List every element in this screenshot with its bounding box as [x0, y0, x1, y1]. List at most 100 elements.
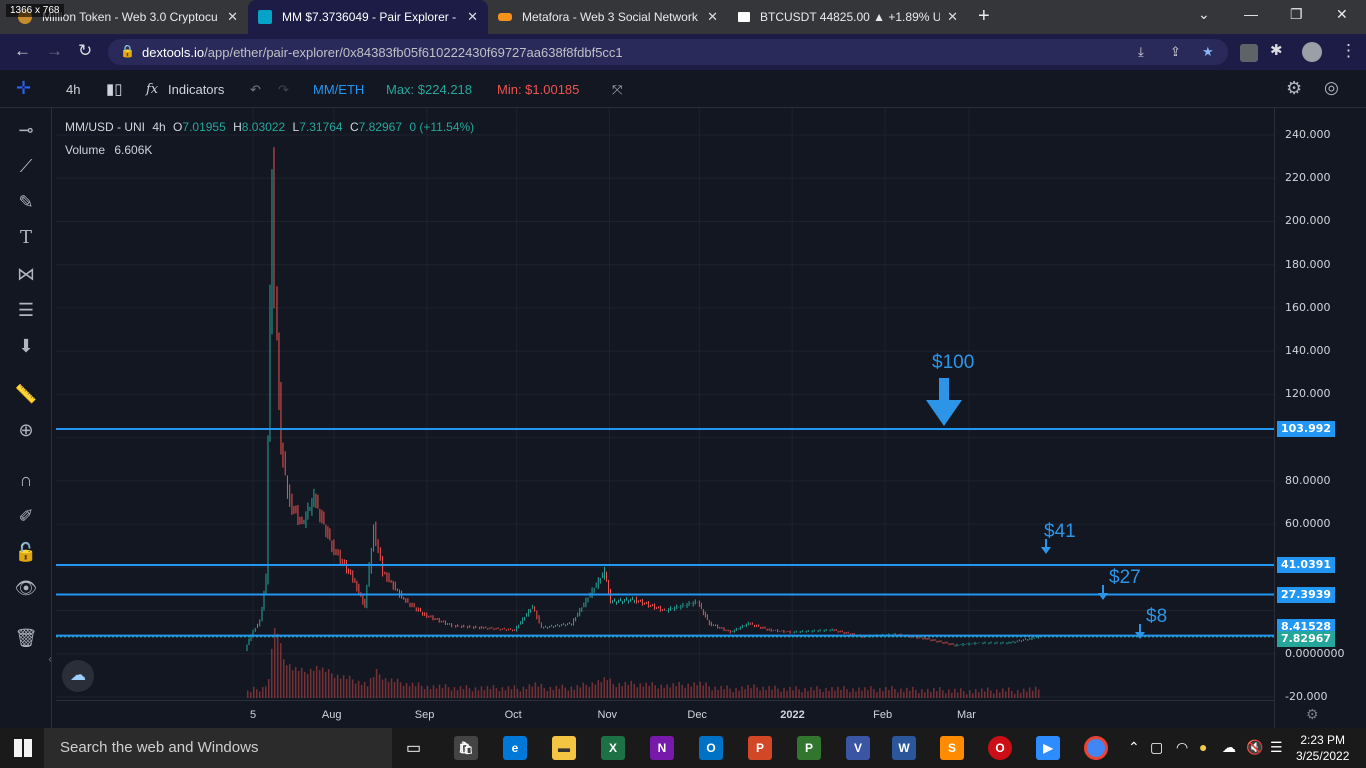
volume-bar	[381, 679, 384, 698]
price-level-badge[interactable]: 27.3939	[1277, 586, 1335, 603]
share-icon[interactable]: ⇪	[1170, 44, 1181, 60]
volume-label: Volume	[65, 143, 106, 157]
url-text[interactable]: dextools.io/app/ether/pair-explorer/0x84…	[142, 45, 623, 60]
wifi-icon[interactable]: ◠	[1176, 739, 1188, 756]
pair-switch-link[interactable]: MM/ETH	[313, 82, 364, 97]
onenote-icon[interactable]: N	[650, 736, 674, 760]
edge-icon[interactable]: e	[503, 736, 527, 760]
tray-device-icon[interactable]: ▢	[1150, 739, 1163, 756]
powerpoint-icon[interactable]: P	[748, 736, 772, 760]
brush-tool-icon[interactable]: ✎	[14, 190, 38, 214]
undo-icon[interactable]: ↶	[250, 82, 261, 98]
ruler-tool-icon[interactable]: 📏	[14, 382, 38, 406]
volume-muted-icon[interactable]: 🔇	[1246, 739, 1263, 756]
camera-icon[interactable]: ◎	[1324, 78, 1339, 98]
price-level-badge[interactable]: 7.82967	[1277, 630, 1335, 647]
text-tool-icon[interactable]: T	[14, 226, 38, 250]
project-icon[interactable]: P	[797, 736, 821, 760]
opera-icon[interactable]: O	[988, 736, 1012, 760]
price-level-badge[interactable]: 103.992	[1277, 420, 1335, 437]
pattern-tool-icon[interactable]: ⋈	[14, 262, 38, 286]
outlook-icon[interactable]: O	[699, 736, 723, 760]
tray-overflow-chevron-icon[interactable]: ⌃	[1128, 739, 1140, 756]
interval-button[interactable]: 4h	[66, 82, 80, 97]
excel-icon[interactable]: X	[601, 736, 625, 760]
restore-icon[interactable]: ❐	[1290, 6, 1303, 23]
close-tab-icon[interactable]: ✕	[467, 9, 478, 25]
visio-icon[interactable]: V	[846, 736, 870, 760]
arrow-down-tool-icon[interactable]: ⬇	[14, 334, 38, 358]
trend-line-tool-icon[interactable]: ⟋	[14, 154, 38, 178]
task-view-icon[interactable]: ▭	[406, 738, 421, 758]
volume-bar	[585, 684, 588, 698]
dextools-logo[interactable]: ☁	[62, 660, 94, 692]
forward-icon[interactable]: →	[46, 41, 63, 61]
lock-drawings-icon[interactable]: 🔓	[14, 540, 38, 564]
indicators-button[interactable]: Indicators	[168, 82, 224, 97]
time-axis-settings-gear-icon[interactable]: ⚙	[1306, 706, 1319, 723]
magnet-tool-icon[interactable]: ∩	[14, 468, 38, 492]
puzzle-icon[interactable]: ✱	[1270, 41, 1283, 59]
minimize-icon[interactable]: —	[1244, 6, 1258, 22]
trash-icon[interactable]: 🗑	[14, 626, 38, 650]
new-tab-icon[interactable]: +	[978, 5, 990, 28]
volume-bar	[672, 683, 674, 698]
volume-bar	[510, 689, 513, 698]
cloud-icon[interactable]: ☁	[1222, 739, 1236, 756]
browser-tab-bar: Million Token - Web 3.0 Cryptocu ✕ MM $7…	[0, 0, 1366, 34]
redo-icon[interactable]: ↷	[278, 82, 289, 98]
taskbar-search-box[interactable]: Search the web and Windows	[44, 728, 392, 768]
back-icon[interactable]: ←	[14, 41, 31, 61]
tab-metafora[interactable]: Metafora - Web 3 Social Network ✕	[488, 0, 728, 34]
avatar[interactable]	[1302, 42, 1322, 62]
tab-title: BTCUSDT 44825.00 ▲ +1.89% Un	[760, 10, 940, 24]
volume-bar	[873, 689, 875, 698]
tray-addon-icon[interactable]: ●	[1199, 739, 1207, 755]
bookmark-star-icon[interactable]: ★	[1202, 44, 1214, 60]
volume-bar	[627, 684, 629, 698]
extension-icon[interactable]	[1240, 44, 1258, 62]
candles-icon[interactable]: ▮▯	[106, 80, 123, 98]
horizontal-line-tool-icon[interactable]: ⊸	[14, 118, 38, 142]
crosshair-icon[interactable]: ✛	[16, 78, 31, 99]
chrome-icon[interactable]	[1084, 736, 1108, 760]
zoom-icon[interactable]: ▶	[1036, 736, 1060, 760]
volume-bar	[759, 690, 761, 698]
chart-annotations: $100 $41 $27$8	[926, 352, 1167, 639]
time-axis[interactable]: ⚙ 5 Aug Sep Oct Nov Dec 2022 Feb Mar	[56, 700, 1319, 728]
tab-btcusdt[interactable]: BTCUSDT 44825.00 ▲ +1.89% Un ✕	[728, 0, 968, 34]
fib-tool-icon[interactable]: ☰	[14, 298, 38, 322]
menu-kebab-icon[interactable]: ⋮	[1340, 41, 1357, 61]
price-level-badge[interactable]: 41.0391	[1277, 557, 1335, 574]
volume-bar	[1034, 686, 1037, 698]
price-axis[interactable]: 240.000 220.000 200.000 180.000 160.000 140.0…	[1274, 108, 1366, 728]
volume-bar	[992, 693, 995, 698]
close-tab-icon[interactable]: ✕	[947, 9, 958, 25]
fullscreen-icon[interactable]: ⤧	[612, 82, 622, 98]
omnibox[interactable]: 🔒 dextools.io/app/ether/pair-explorer/0x…	[108, 39, 1228, 65]
volume-bar	[960, 688, 962, 698]
file-explorer-icon[interactable]: ▬	[552, 736, 576, 760]
settings-gear-icon[interactable]: ⚙	[1286, 78, 1302, 99]
close-tab-icon[interactable]: ✕	[707, 9, 718, 25]
tab-pair-explorer[interactable]: MM $7.3736049 - Pair Explorer - ✕	[248, 0, 488, 34]
volume-bar	[756, 687, 758, 698]
price-tick-label: 140.000	[1285, 344, 1331, 358]
store-icon[interactable]: 🛍	[454, 736, 478, 760]
install-app-icon[interactable]: ⤓	[1138, 44, 1144, 60]
eye-icon[interactable]: 👁	[14, 576, 38, 600]
close-window-icon[interactable]: ✕	[1336, 6, 1348, 23]
notifications-icon[interactable]: ☰	[1270, 739, 1283, 756]
word-icon[interactable]: W	[892, 736, 916, 760]
stay-in-drawing-mode-icon[interactable]: ✐	[14, 504, 38, 528]
volume-bar	[906, 687, 908, 698]
reload-icon[interactable]: ↻	[78, 41, 92, 61]
taskbar-clock[interactable]: 2:23 PM 3/25/2022	[1296, 732, 1349, 764]
close-tab-icon[interactable]: ✕	[227, 9, 238, 25]
windows-start-icon[interactable]	[14, 739, 32, 757]
sublime-text-icon[interactable]: S	[940, 736, 964, 760]
collapse-toolbar-chevron-icon[interactable]: ‹	[46, 648, 54, 672]
tab-search-chevron-icon[interactable]: ⌄	[1198, 6, 1210, 23]
price-chart[interactable]: $100 $41 $27$8	[56, 108, 1274, 698]
zoom-in-tool-icon[interactable]: ⊕	[14, 418, 38, 442]
